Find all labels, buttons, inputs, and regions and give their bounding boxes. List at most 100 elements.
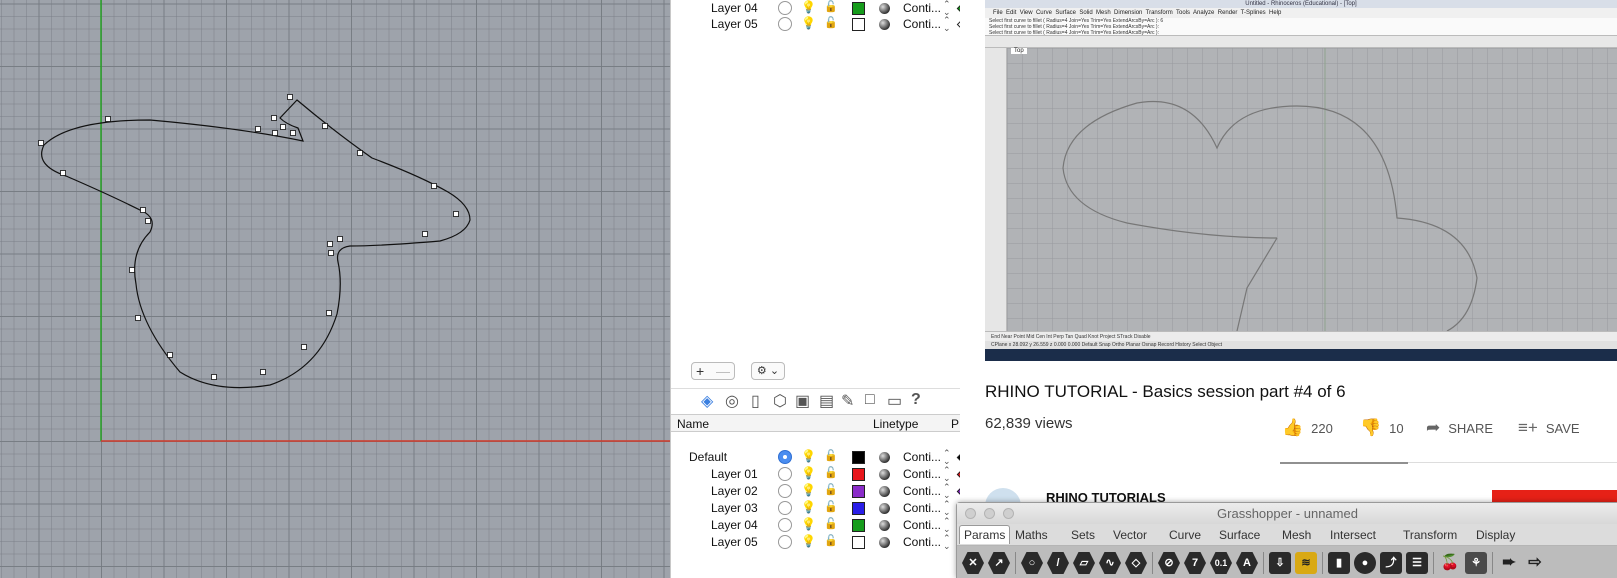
control-point[interactable] xyxy=(287,94,293,100)
control-point[interactable] xyxy=(328,250,334,256)
layer-color-swatch[interactable] xyxy=(852,451,865,464)
zoom-window-button[interactable] xyxy=(1003,508,1014,519)
circle-param-icon[interactable]: ○ xyxy=(1021,552,1043,574)
control-point[interactable] xyxy=(301,344,307,350)
share-button[interactable]: ➦ SHARE xyxy=(1426,418,1493,438)
arrow-outline-right-icon[interactable]: ⇨ xyxy=(1524,552,1546,574)
dislike-button[interactable]: 👎 10 xyxy=(1360,418,1404,438)
current-layer-radio[interactable] xyxy=(778,484,792,498)
linetype-stepper-icon[interactable]: ⌃ ⌄ xyxy=(943,534,951,551)
wire-component-icon[interactable]: ↗ xyxy=(988,552,1010,574)
material-icon[interactable] xyxy=(879,520,890,531)
material-icon[interactable] xyxy=(879,452,890,463)
render-tab-icon[interactable]: ▤ xyxy=(819,391,834,411)
control-point[interactable] xyxy=(211,374,217,380)
layer-row[interactable]: Layer 03 💡 🔓 Conti... ⌃ ⌄ xyxy=(671,500,993,517)
display-tab-icon[interactable]: ▭ xyxy=(887,391,902,411)
tab-curve[interactable]: Curve xyxy=(1169,528,1201,542)
closed-curve[interactable] xyxy=(41,99,471,389)
control-point[interactable] xyxy=(431,183,437,189)
control-point[interactable] xyxy=(327,241,333,247)
tab-display[interactable]: Display xyxy=(1476,528,1515,542)
bulb-icon[interactable]: 💡 xyxy=(801,16,816,30)
layer-color-swatch[interactable] xyxy=(852,485,865,498)
control-point[interactable] xyxy=(129,267,135,273)
surface-param-icon[interactable]: ▱ xyxy=(1073,552,1095,574)
tree-param-icon[interactable]: ⚘ xyxy=(1465,552,1487,574)
properties-tab-icon[interactable]: ◎ xyxy=(725,391,739,411)
layer-row[interactable]: Default 💡 🔓 Conti... ⌃⌄ ⌃⌄ xyxy=(671,449,993,466)
value-list-icon[interactable]: ☰ xyxy=(1406,552,1428,574)
bulb-icon[interactable]: 💡 xyxy=(801,466,816,480)
grasshopper-title-bar[interactable]: Grasshopper - unnamed xyxy=(957,503,1617,524)
tab-vector[interactable]: Vector xyxy=(1113,528,1147,542)
bulb-icon[interactable]: 💡 xyxy=(801,534,816,548)
layer-color-swatch[interactable] xyxy=(852,519,865,532)
control-point[interactable] xyxy=(38,140,44,146)
linetype-stepper-icon[interactable]: ⌃ ⌄ xyxy=(943,500,951,517)
linetype-stepper-icon[interactable]: ⌃ ⌄ xyxy=(943,517,951,534)
control-point[interactable] xyxy=(337,236,343,242)
linetype-stepper-icon[interactable]: ⌃ ⌄ xyxy=(943,483,951,500)
layer-options-gear-button[interactable]: ⚙ ⌄ xyxy=(751,362,785,380)
linetype-label[interactable]: Conti... xyxy=(903,450,941,464)
control-point[interactable] xyxy=(271,115,277,121)
lock-icon[interactable]: 🔓 xyxy=(824,483,838,496)
document-tab-icon[interactable]: ▯ xyxy=(751,391,760,411)
bulb-icon[interactable]: 💡 xyxy=(801,0,816,14)
lock-icon[interactable]: 🔓 xyxy=(824,16,838,29)
layer-row[interactable]: Layer 05 💡 🔓 Conti... ⌃ ⌄ xyxy=(671,534,993,551)
tab-surface[interactable]: Surface xyxy=(1219,528,1260,542)
control-point[interactable] xyxy=(60,170,66,176)
name-column-header[interactable]: Name xyxy=(677,417,709,431)
current-layer-radio[interactable] xyxy=(778,450,792,464)
data-input-icon[interactable]: ⇩ xyxy=(1269,552,1291,574)
layer-color-swatch[interactable] xyxy=(852,468,865,481)
control-point[interactable] xyxy=(357,150,363,156)
control-point[interactable] xyxy=(322,123,328,129)
layer-row[interactable]: Layer 05 💡 🔓 Conti... ⌃⌄ ⌃⌄ xyxy=(671,16,993,33)
control-point[interactable] xyxy=(290,130,296,136)
control-point[interactable] xyxy=(260,369,266,375)
layer-color-swatch[interactable] xyxy=(852,2,865,15)
lock-icon[interactable]: 🔓 xyxy=(824,500,838,513)
layer-row[interactable]: Layer 02 💡 🔓 Conti... ⌃⌄ ⌃⌄ xyxy=(671,483,993,500)
layer-row[interactable]: Layer 04 💡 🔓 Conti... ⌃ ⌄ xyxy=(671,517,993,534)
toggle-param-icon[interactable]: ● xyxy=(1354,552,1376,574)
graph-mapper-icon[interactable]: ⤴ xyxy=(1380,552,1402,574)
gradient-param-icon[interactable]: ≋ xyxy=(1295,552,1317,574)
arrow-right-icon[interactable]: ➨ xyxy=(1498,552,1520,574)
notes-tab-icon[interactable]: ✎ xyxy=(841,391,854,411)
linetype-label[interactable]: Conti... xyxy=(903,1,941,15)
slider-param-icon[interactable]: ▮ xyxy=(1328,552,1350,574)
control-point[interactable] xyxy=(135,315,141,321)
number-param-icon[interactable]: 0.1 xyxy=(1210,552,1232,574)
control-point[interactable] xyxy=(255,126,261,132)
layer-color-swatch[interactable] xyxy=(852,18,865,31)
bulb-icon[interactable]: 💡 xyxy=(801,483,816,497)
current-layer-radio[interactable] xyxy=(778,518,792,532)
linetype-label[interactable]: Conti... xyxy=(903,17,941,31)
linetype-stepper-icon[interactable]: ⌃ ⌄ xyxy=(943,449,951,466)
material-icon[interactable] xyxy=(879,537,890,548)
linetype-stepper-icon[interactable]: ⌃ ⌄ xyxy=(943,16,951,33)
camera-tab-icon[interactable]: ▣ xyxy=(795,391,810,411)
close-window-button[interactable] xyxy=(965,508,976,519)
control-point[interactable] xyxy=(422,231,428,237)
material-icon[interactable] xyxy=(879,3,890,14)
text-param-icon[interactable]: A xyxy=(1236,552,1258,574)
save-button[interactable]: ≡+ SAVE xyxy=(1518,418,1580,438)
bulb-icon[interactable]: 💡 xyxy=(801,449,816,463)
linetype-label[interactable]: Conti... xyxy=(903,484,941,498)
boolean-param-icon[interactable]: ⊘ xyxy=(1158,552,1180,574)
tab-sets[interactable]: Sets xyxy=(1071,528,1095,542)
layer-color-swatch[interactable] xyxy=(852,502,865,515)
tab-transform[interactable]: Transform xyxy=(1403,528,1457,542)
tab-params[interactable]: Params xyxy=(959,525,1011,544)
linetype-label[interactable]: Conti... xyxy=(903,535,941,549)
current-layer-radio[interactable] xyxy=(778,535,792,549)
lock-icon[interactable]: 🔓 xyxy=(824,466,838,479)
control-point[interactable] xyxy=(453,211,459,217)
help-tab-icon[interactable]: ? xyxy=(911,391,921,409)
material-icon[interactable] xyxy=(879,486,890,497)
